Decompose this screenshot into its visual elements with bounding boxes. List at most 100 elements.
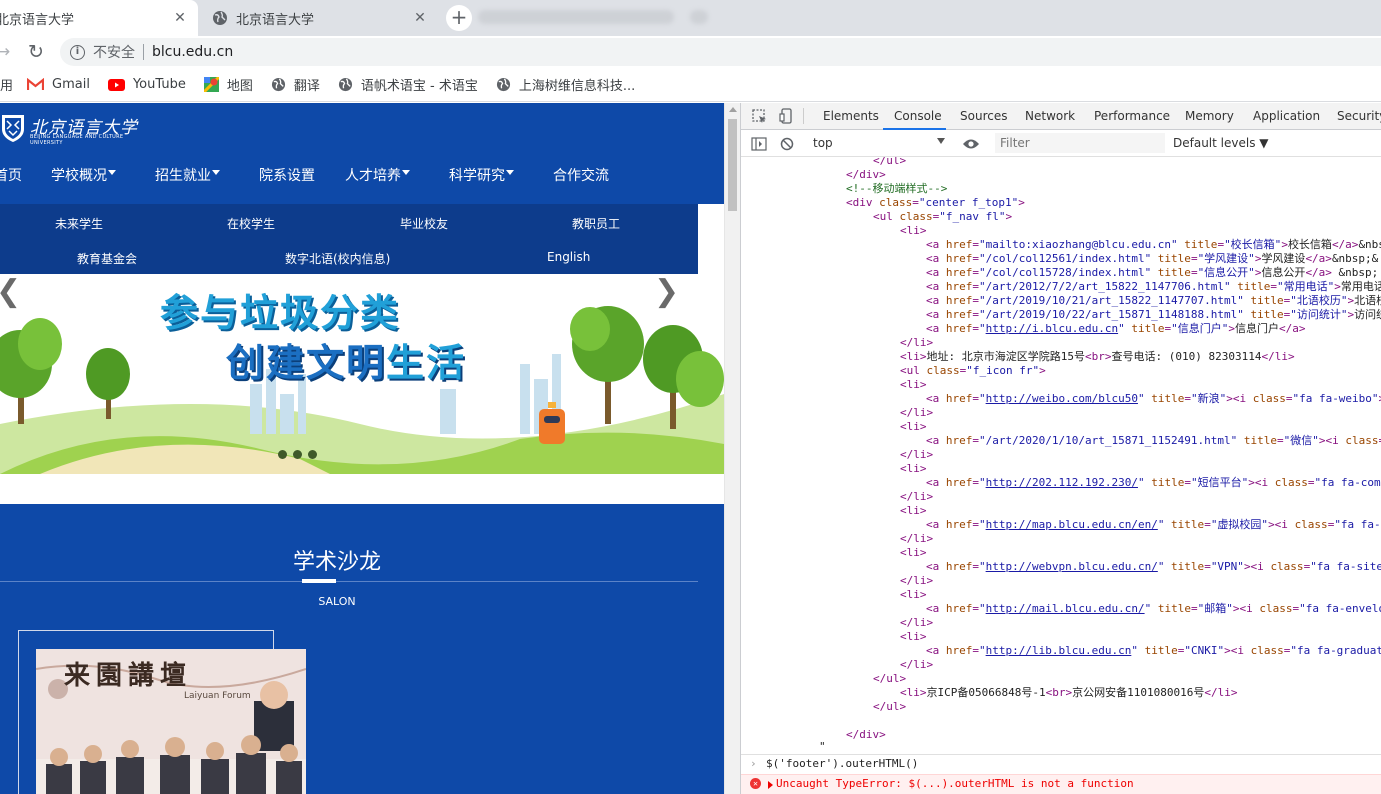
- nav-cooperation[interactable]: 合作交流: [553, 165, 609, 185]
- forward-icon[interactable]: →: [0, 42, 10, 62]
- nav-research[interactable]: 科学研究: [449, 165, 514, 185]
- tab-second[interactable]: 北京语言大学 ✕: [198, 0, 438, 36]
- audience-link[interactable]: 在校学生: [227, 215, 275, 232]
- not-secure-label: 不安全: [93, 45, 135, 61]
- university-logo[interactable]: 北京语言大学 BEIJING LANGUAGE AND CULTURE UNIV…: [0, 109, 140, 146]
- bookmark-shuwei[interactable]: 上海树维信息科技...: [496, 75, 635, 94]
- bookmark-termbase[interactable]: 语帆术语宝 - 术语宝: [338, 75, 478, 94]
- inspect-element-icon[interactable]: [752, 109, 768, 125]
- globe-icon: [213, 11, 227, 25]
- salon-photo[interactable]: 来園講壇 Laiyuan Forum: [36, 649, 306, 794]
- code-line: <li>: [900, 630, 927, 643]
- code-line: <a href="/col/col12561/index.html" title…: [926, 252, 1379, 265]
- nav-about[interactable]: 学校概况: [51, 165, 116, 185]
- title-underline: [302, 579, 336, 583]
- audience-link[interactable]: 教职员工: [572, 215, 620, 232]
- devtools-tab-application[interactable]: Application: [1253, 109, 1320, 123]
- bookmark-gmail[interactable]: Gmail: [27, 77, 90, 92]
- devtools-tab-sources[interactable]: Sources: [960, 109, 1007, 123]
- carousel-next-icon[interactable]: ❯: [654, 274, 679, 309]
- dropdown-arrow-icon: [937, 138, 945, 144]
- audience-link[interactable]: 数字北语(校内信息): [285, 250, 390, 267]
- tab-active[interactable]: 北京语言大学 ✕: [0, 0, 198, 36]
- globe-icon: [496, 77, 510, 92]
- devtools-tab-network[interactable]: Network: [1025, 109, 1075, 123]
- devtools-tab-memory[interactable]: Memory: [1185, 109, 1234, 123]
- code-line: <li>地址: 北京市海淀区学院路15号<br>查号电话: (010) 8230…: [900, 350, 1295, 363]
- section-subtitle: SALON: [318, 595, 356, 608]
- code-line: <a href="/art/2012/7/2/art_15822_1147706…: [926, 280, 1381, 293]
- nav-admissions[interactable]: 招生就业: [155, 165, 220, 185]
- new-tab-button[interactable]: +: [446, 5, 472, 31]
- scroll-up-icon[interactable]: [729, 107, 737, 112]
- audience-link[interactable]: English: [547, 250, 590, 264]
- devtools-tab-console[interactable]: Console: [894, 109, 942, 123]
- code-line: <a href="/art/2020/1/10/art_15871_115249…: [926, 434, 1381, 447]
- scrollbar-thumb[interactable]: [728, 119, 737, 211]
- tab-close-icon[interactable]: ✕: [172, 10, 188, 26]
- info-icon[interactable]: i: [70, 44, 85, 60]
- salon-section: 学术沙龙 SALON 来園講壇 Laiyuan Forum: [0, 504, 724, 794]
- carousel-dot[interactable]: [308, 450, 317, 459]
- bookmark-youtube[interactable]: YouTube: [107, 77, 186, 92]
- logo-english-name: BEIJING LANGUAGE AND CULTURE UNIVERSITY: [30, 134, 124, 146]
- audience-link[interactable]: 未来学生: [55, 215, 103, 232]
- page-scrollbar[interactable]: [724, 103, 740, 794]
- code-line: <li>: [900, 504, 927, 517]
- hero-banner[interactable]: 参与垃圾分类 创建文明生活 ❮ ❯: [0, 274, 724, 474]
- console-output: </ul> </div> <!--移动端样式--> <div class="ce…: [741, 157, 1381, 751]
- url-text[interactable]: blcu.edu.cn: [152, 44, 233, 60]
- nav-departments[interactable]: 院系设置: [259, 165, 315, 185]
- console-filter-input[interactable]: [995, 133, 1165, 153]
- code-line: <a href="http://i.blcu.edu.cn" title="信息…: [926, 322, 1306, 335]
- bookmark-label: Gmail: [52, 77, 90, 92]
- code-line: </li>: [900, 336, 934, 349]
- browser-toolbar: → ↻ i 不安全 blcu.edu.cn: [0, 36, 1381, 68]
- console-command[interactable]: $('footer').outerHTML(): [766, 755, 918, 773]
- bookmark-translate[interactable]: 翻译: [271, 75, 320, 94]
- divider: [0, 581, 698, 582]
- nav-home[interactable]: 首页: [0, 165, 22, 185]
- main-nav: 首页 学校概况 招生就业 院系设置 人才培养 科学研究 合作交流: [0, 165, 724, 191]
- bookmark-maps[interactable]: 地图: [203, 75, 253, 94]
- sidebar-toggle-icon[interactable]: [751, 137, 767, 151]
- devtools-tab-elements[interactable]: Elements: [823, 109, 879, 123]
- devtools-tab-security[interactable]: Security: [1337, 109, 1381, 123]
- carousel-dot[interactable]: [293, 450, 302, 459]
- tab-close-icon[interactable]: ✕: [412, 10, 428, 26]
- maps-icon: [203, 77, 219, 92]
- console-error-line[interactable]: ✕ Uncaught TypeError: $(...).outerHTML i…: [741, 774, 1381, 794]
- blurred-tab[interactable]: [690, 10, 708, 24]
- nav-education[interactable]: 人才培养: [345, 165, 410, 185]
- nav-label: 招生就业: [155, 168, 211, 184]
- bookmark-apps[interactable]: 用: [0, 75, 13, 94]
- carousel-dot[interactable]: [278, 450, 287, 459]
- devtools-tabbar: Elements Console Sources Network Perform…: [741, 103, 1381, 130]
- device-toolbar-icon[interactable]: [779, 108, 795, 124]
- bookmark-label: 语帆术语宝 - 术语宝: [360, 79, 478, 94]
- console-input-line[interactable]: › $('footer').outerHTML(): [741, 754, 1381, 774]
- address-bar[interactable]: i 不安全 blcu.edu.cn: [60, 38, 1381, 66]
- blurred-tab[interactable]: [478, 10, 674, 24]
- audience-link[interactable]: 毕业校友: [400, 215, 448, 232]
- clear-console-icon[interactable]: [780, 137, 794, 151]
- console-toolbar: top Default levels ▼: [741, 130, 1381, 157]
- code-line: <a href="mailto:xiaozhang@blcu.edu.cn" t…: [926, 238, 1381, 251]
- context-label: top: [813, 136, 833, 150]
- nav-label: 首页: [0, 168, 22, 184]
- slogan-text: 生活: [386, 341, 467, 385]
- audience-link[interactable]: 教育基金会: [77, 250, 137, 267]
- devtools-tab-performance[interactable]: Performance: [1094, 109, 1170, 123]
- code-line: <li>: [900, 588, 927, 601]
- code-line: </li>: [900, 574, 934, 587]
- university-emblem-icon: [2, 115, 24, 142]
- carousel-prev-icon[interactable]: ❮: [0, 274, 21, 309]
- eye-icon[interactable]: [962, 138, 980, 150]
- log-levels-dropdown[interactable]: Default levels ▼: [1173, 136, 1269, 150]
- banner-slogan-line1: 参与垃圾分类: [160, 291, 401, 335]
- context-selector[interactable]: top: [813, 136, 945, 150]
- expand-triangle-icon[interactable]: [768, 781, 773, 789]
- reload-icon[interactable]: ↻: [28, 42, 44, 62]
- code-line: <a href="http://map.blcu.edu.cn/en/" tit…: [926, 518, 1381, 531]
- code-line: <li>: [900, 546, 927, 559]
